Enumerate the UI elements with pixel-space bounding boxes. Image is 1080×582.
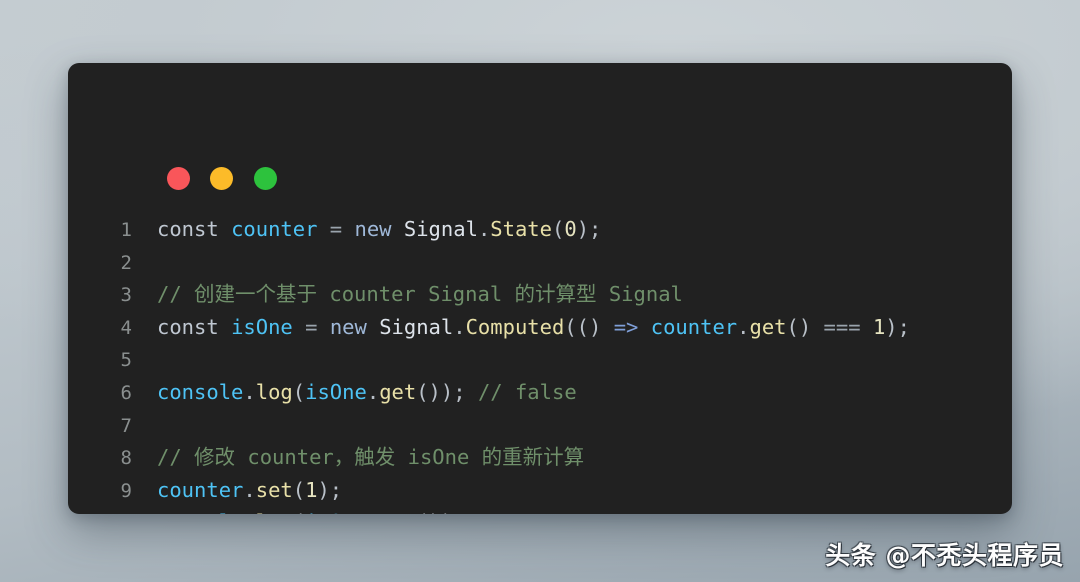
line-number: 6 [120, 381, 132, 404]
code-token: . [367, 510, 379, 514]
code-token: // 修改 counter，触发 isOne 的重新计算 [157, 445, 585, 470]
code-token: // false [477, 379, 577, 404]
code-line: 3 // 创建一个基于 counter Signal 的计算型 Signal [68, 278, 1012, 311]
screenshot-canvas: 1 const counter = new Signal.State(0); 2 3/… [0, 0, 1080, 582]
code-token: ()); [416, 379, 466, 404]
code-token: Signal [379, 314, 454, 339]
code-editor[interactable]: 1 const counter = new Signal.State(0); 2 3/… [68, 213, 1012, 514]
code-token: ( [293, 510, 305, 514]
code-token: . [243, 477, 256, 502]
code-token: => [613, 314, 639, 339]
code-token: isOne [305, 379, 367, 404]
code-token: get [379, 510, 416, 514]
code-token: . [477, 217, 491, 241]
code-token: () [786, 314, 812, 339]
code-token: new [329, 314, 367, 339]
code-line: 6 console.log(isOne.get()); // false [68, 376, 1012, 409]
code-line-content: const counter = new Signal.State(0); [132, 213, 601, 246]
code-line-content: const isOne = new Signal.Computed(() => … [132, 311, 910, 344]
line-number: 10 [68, 507, 132, 514]
code-token: (() [564, 314, 602, 339]
line-number: 8 [120, 447, 132, 470]
code-line-content: // 修改 counter，触发 isOne 的重新计算 [132, 441, 584, 474]
code-token: Computed [465, 314, 565, 339]
code-token: ); [317, 477, 343, 502]
code-line: 9 counter.set(1); [68, 474, 1012, 507]
code-token: = [317, 217, 355, 241]
code-token: console [157, 510, 243, 514]
code-token: 1 [305, 477, 318, 502]
code-line: 4 const isOne = new Signal.Computed(() =>… [68, 311, 1012, 344]
code-line-content: console.log(isOne.get()); // true [132, 506, 564, 514]
code-token: counter [231, 217, 318, 241]
code-window: 1 const counter = new Signal.State(0); 2 3/… [68, 63, 1012, 514]
code-token: const [157, 314, 219, 339]
code-token: // 创建一个基于 counter Signal 的计算型 Signal [157, 282, 683, 307]
code-token: console [157, 379, 244, 404]
maximize-window-icon[interactable] [254, 167, 277, 190]
code-line-content: counter.set(1); [132, 474, 342, 507]
code-token: 0 [564, 217, 577, 241]
code-line: 10console.log(isOne.get()); // true [68, 506, 1012, 514]
line-number: 7 [120, 414, 132, 437]
line-number: 3 [120, 284, 132, 307]
code-token: counter [650, 314, 738, 339]
code-token: get [379, 379, 417, 404]
code-line: 2 [68, 246, 1012, 279]
code-token: log [256, 510, 293, 514]
code-token: counter [157, 477, 244, 502]
code-token: ); [576, 217, 602, 241]
code-token: State [490, 217, 552, 241]
watermark-text: 头条 @不秃头程序员 [825, 541, 1064, 570]
code-token: . [243, 510, 255, 514]
close-window-icon[interactable] [167, 167, 190, 190]
code-token: const [157, 217, 219, 241]
line-number: 2 [120, 251, 132, 274]
code-token: isOne [305, 510, 367, 514]
code-line: 7 [68, 409, 1012, 442]
code-token: ( [292, 477, 306, 502]
code-token: Signal [403, 217, 478, 241]
code-token: = [292, 314, 330, 339]
code-token: new [354, 217, 392, 241]
code-token: . [453, 314, 466, 339]
code-token: ); [885, 314, 910, 339]
code-token: set [255, 477, 293, 502]
window-titlebar[interactable] [68, 63, 1012, 190]
code-line-content: console.log(isOne.get()); // false [132, 376, 577, 409]
code-line-content: // 创建一个基于 counter Signal 的计算型 Signal [132, 278, 683, 311]
code-token: === [811, 314, 873, 339]
code-line: 8 // 修改 counter，触发 isOne 的重新计算 [68, 441, 1012, 474]
code-token: ()); [416, 510, 465, 514]
code-token: get [749, 314, 787, 339]
code-token: 1 [872, 314, 886, 339]
code-line: 1 const counter = new Signal.State(0); [68, 213, 1012, 246]
code-token: ( [292, 379, 306, 404]
code-token: // true [478, 510, 564, 514]
line-number: 1 [120, 219, 132, 241]
code-token: ( [552, 217, 565, 241]
line-number: 4 [120, 316, 132, 339]
minimize-window-icon[interactable] [210, 167, 233, 190]
code-token: log [255, 379, 293, 404]
line-number: 9 [120, 479, 132, 502]
code-token: isOne [231, 314, 293, 339]
code-token: . [243, 379, 256, 404]
code-line: 5 [68, 343, 1012, 376]
code-token: . [366, 379, 380, 404]
code-token: . [737, 314, 750, 339]
line-number: 5 [120, 349, 132, 372]
